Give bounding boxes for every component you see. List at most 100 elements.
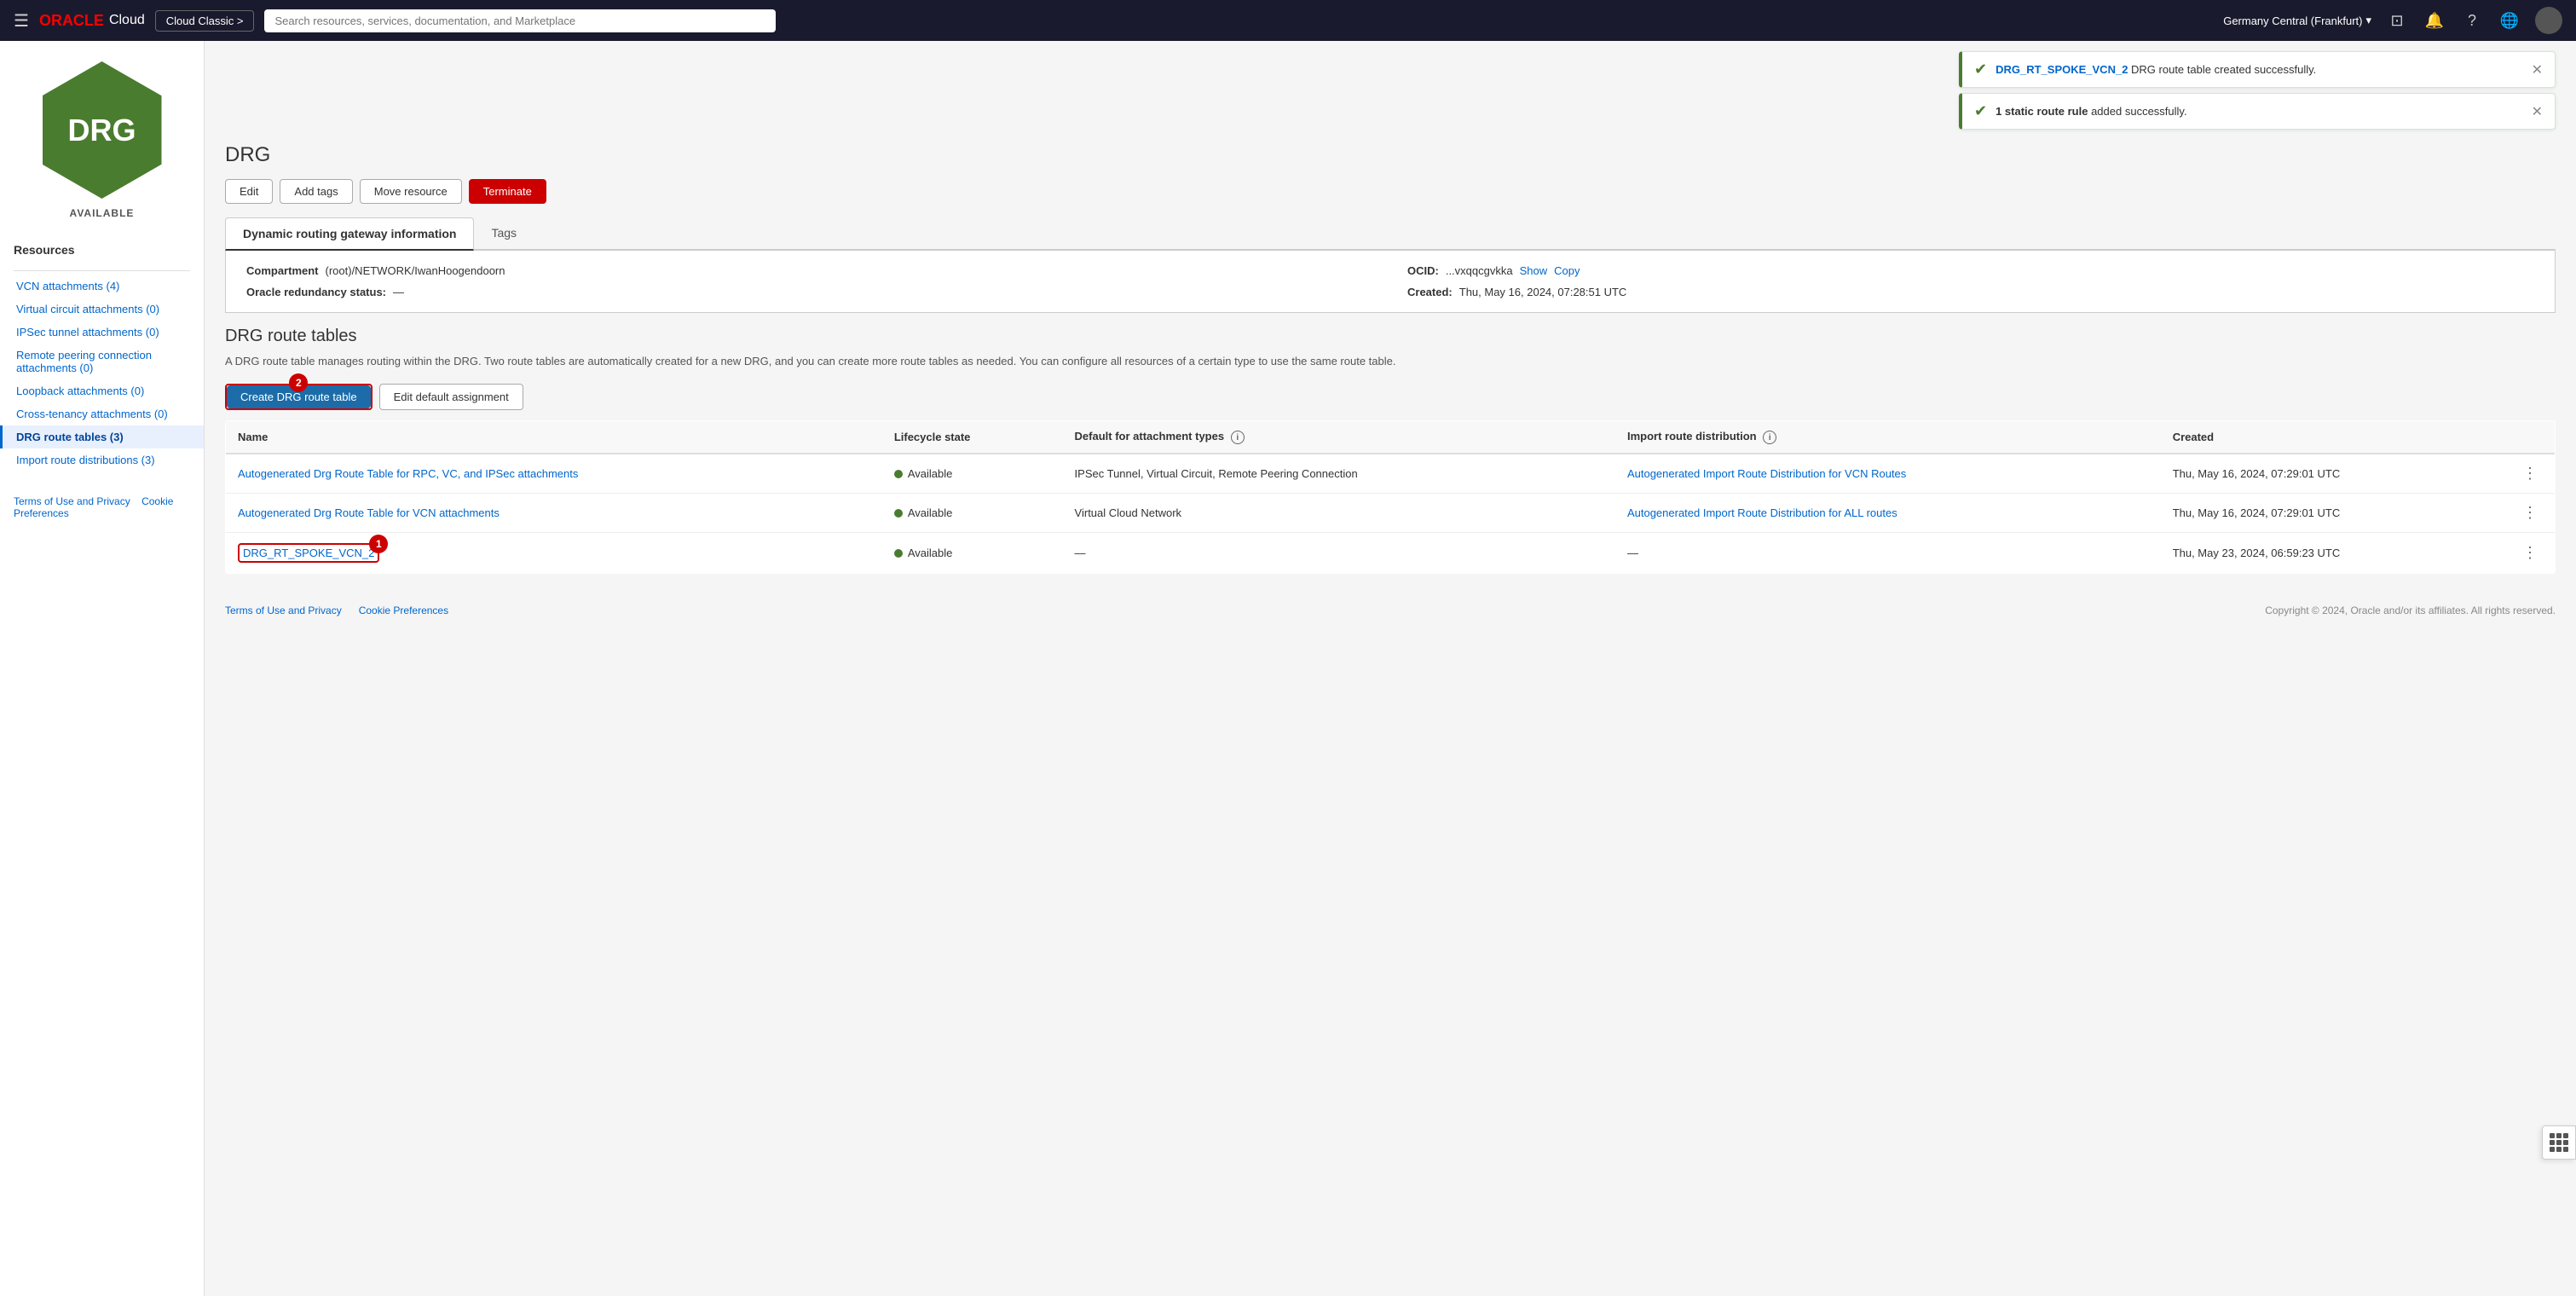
row2-name: Autogenerated Drg Route Table for VCN at…: [226, 494, 882, 533]
redundancy-row: Oracle redundancy status: —: [246, 286, 1373, 298]
oracle-logo: ORACLE Cloud: [39, 12, 145, 30]
status-badge: AVAILABLE: [70, 207, 135, 219]
grid-icon: [2550, 1133, 2568, 1152]
info-panel: Compartment (root)/NETWORK/IwanHoogendoo…: [225, 251, 2556, 313]
row2-kebab-menu[interactable]: ⋮: [2517, 502, 2543, 523]
row3-import-dist: —: [1615, 533, 2161, 574]
drg-icon-container: DRG AVAILABLE: [0, 41, 204, 233]
redundancy-value: —: [393, 286, 404, 298]
table-row: Autogenerated Drg Route Table for VCN at…: [226, 494, 2556, 533]
default-for-info-icon[interactable]: i: [1231, 431, 1245, 444]
sidebar-item-drg-route-tables[interactable]: DRG route tables (3): [0, 425, 204, 448]
sidebar-item-cross-tenancy[interactable]: Cross-tenancy attachments (0): [0, 402, 204, 425]
edit-default-assignment-button[interactable]: Edit default assignment: [379, 384, 523, 410]
import-dist-info-icon[interactable]: i: [1763, 431, 1776, 444]
terminate-button[interactable]: Terminate: [469, 179, 546, 204]
ocid-copy-link[interactable]: Copy: [1554, 264, 1580, 277]
region-selector[interactable]: Germany Central (Frankfurt) ▾: [2223, 14, 2371, 27]
row1-import-dist: Autogenerated Import Route Distribution …: [1615, 454, 2161, 494]
row2-status-dot: [894, 509, 903, 518]
sidebar-item-vcn-attachments[interactable]: VCN attachments (4): [0, 275, 204, 298]
ocid-show-link[interactable]: Show: [1520, 264, 1548, 277]
row3-created: Thu, May 23, 2024, 06:59:23 UTC: [2161, 533, 2505, 574]
drg-icon-text: DRG: [68, 113, 136, 148]
compartment-row: Compartment (root)/NETWORK/IwanHoogendoo…: [246, 264, 1373, 277]
step-badge-2: 2: [289, 373, 308, 392]
notification-drg-link[interactable]: DRG_RT_SPOKE_VCN_2: [1996, 63, 2128, 76]
section-desc: A DRG route table manages routing within…: [225, 353, 2556, 370]
move-resource-button[interactable]: Move resource: [360, 179, 462, 204]
row2-import-dist-link[interactable]: Autogenerated Import Route Distribution …: [1627, 506, 1897, 519]
sidebar-item-loopback[interactable]: Loopback attachments (0): [0, 379, 204, 402]
row1-status-text: Available: [908, 467, 953, 480]
ocid-label: OCID:: [1407, 264, 1439, 277]
notification-close-1[interactable]: ✕: [2532, 61, 2543, 78]
row1-name: Autogenerated Drg Route Table for RPC, V…: [226, 454, 882, 494]
page-header: DRG Edit Add tags Move resource Terminat…: [205, 130, 2576, 313]
col-created: Created: [2161, 420, 2505, 454]
check-icon-1: ✔: [1974, 61, 1987, 78]
cloud-label: Cloud: [109, 13, 145, 28]
sidebar-item-ipsec[interactable]: IPSec tunnel attachments (0): [0, 321, 204, 344]
terms-link[interactable]: Terms of Use and Privacy: [14, 495, 130, 507]
cloud-classic-button[interactable]: Cloud Classic >: [155, 10, 255, 32]
page-title: DRG: [225, 143, 2556, 167]
screen-icon[interactable]: ⊡: [2385, 9, 2409, 32]
sidebar-footer: Terms of Use and Privacy Cookie Preferen…: [0, 489, 204, 526]
row2-status-text: Available: [908, 506, 953, 519]
row3-badge-container: DRG_RT_SPOKE_VCN_2 1: [238, 543, 379, 563]
tab-tags[interactable]: Tags: [474, 217, 534, 251]
check-icon-2: ✔: [1974, 102, 1987, 120]
row1-menu: ⋮: [2505, 454, 2556, 494]
created-value: Thu, May 16, 2024, 07:28:51 UTC: [1459, 286, 1627, 298]
table-header: Name Lifecycle state Default for attachm…: [226, 420, 2556, 454]
created-label: Created:: [1407, 286, 1453, 298]
oracle-brand: ORACLE: [39, 12, 104, 30]
notification-text-1: DRG_RT_SPOKE_VCN_2 DRG route table creat…: [1996, 63, 2523, 76]
row3-menu: ⋮: [2505, 533, 2556, 574]
sidebar-item-virtual-circuit[interactable]: Virtual circuit attachments (0): [0, 298, 204, 321]
row1-name-link[interactable]: Autogenerated Drg Route Table for RPC, V…: [238, 467, 578, 480]
globe-icon[interactable]: 🌐: [2498, 9, 2521, 32]
row2-lifecycle: Available: [882, 494, 1063, 533]
page-footer: Terms of Use and Privacy Cookie Preferen…: [205, 594, 2576, 627]
main-content: ✔ DRG_RT_SPOKE_VCN_2 DRG route table cre…: [205, 41, 2576, 1296]
tab-drg-info[interactable]: Dynamic routing gateway information: [225, 217, 474, 251]
row1-kebab-menu[interactable]: ⋮: [2517, 463, 2543, 483]
row3-default-for: —: [1063, 533, 1615, 574]
notification-1: ✔ DRG_RT_SPOKE_VCN_2 DRG route table cre…: [1959, 51, 2556, 88]
row2-created: Thu, May 16, 2024, 07:29:01 UTC: [2161, 494, 2505, 533]
sidebar-resources-title: Resources: [14, 243, 190, 257]
row3-status-text: Available: [908, 547, 953, 559]
cookie-prefs-link[interactable]: Cookie Preferences: [359, 605, 448, 616]
row2-name-link[interactable]: Autogenerated Drg Route Table for VCN at…: [238, 506, 500, 519]
sidebar-item-remote-peering[interactable]: Remote peering connection attachments (0…: [0, 344, 204, 379]
add-tags-button[interactable]: Add tags: [280, 179, 352, 204]
grid-icon-button[interactable]: [2542, 1125, 2576, 1160]
row3-name-link[interactable]: DRG_RT_SPOKE_VCN_2: [243, 547, 374, 559]
help-icon[interactable]: ?: [2460, 9, 2484, 32]
info-tabs: Dynamic routing gateway information Tags: [225, 217, 2556, 251]
col-default-for: Default for attachment types i: [1063, 420, 1615, 454]
route-tables-table: Name Lifecycle state Default for attachm…: [225, 420, 2556, 575]
ocid-row: OCID: ...vxqqcgvkka Show Copy: [1407, 264, 2534, 277]
table-row: DRG_RT_SPOKE_VCN_2 1 Available —: [226, 533, 2556, 574]
row1-status-dot: [894, 470, 903, 478]
create-button-wrapper: 2 Create DRG route table: [225, 384, 373, 410]
redundancy-label: Oracle redundancy status:: [246, 286, 386, 298]
region-label: Germany Central (Frankfurt): [2223, 14, 2362, 27]
edit-button[interactable]: Edit: [225, 179, 273, 204]
compartment-value: (root)/NETWORK/IwanHoogendoorn: [326, 264, 505, 277]
bell-icon[interactable]: 🔔: [2423, 9, 2446, 32]
notification-close-2[interactable]: ✕: [2532, 103, 2543, 120]
sidebar-item-import-route[interactable]: Import route distributions (3): [0, 448, 204, 472]
row2-default-for: Virtual Cloud Network: [1063, 494, 1615, 533]
row1-import-dist-link[interactable]: Autogenerated Import Route Distribution …: [1627, 467, 1906, 480]
terms-of-use-link[interactable]: Terms of Use and Privacy: [225, 605, 342, 616]
row3-name: DRG_RT_SPOKE_VCN_2 1: [226, 533, 882, 574]
row3-kebab-menu[interactable]: ⋮: [2517, 542, 2543, 563]
search-input[interactable]: [264, 9, 776, 32]
drg-hexagon: DRG: [43, 61, 162, 199]
hamburger-menu[interactable]: ☰: [14, 10, 29, 32]
user-avatar[interactable]: [2535, 7, 2562, 34]
